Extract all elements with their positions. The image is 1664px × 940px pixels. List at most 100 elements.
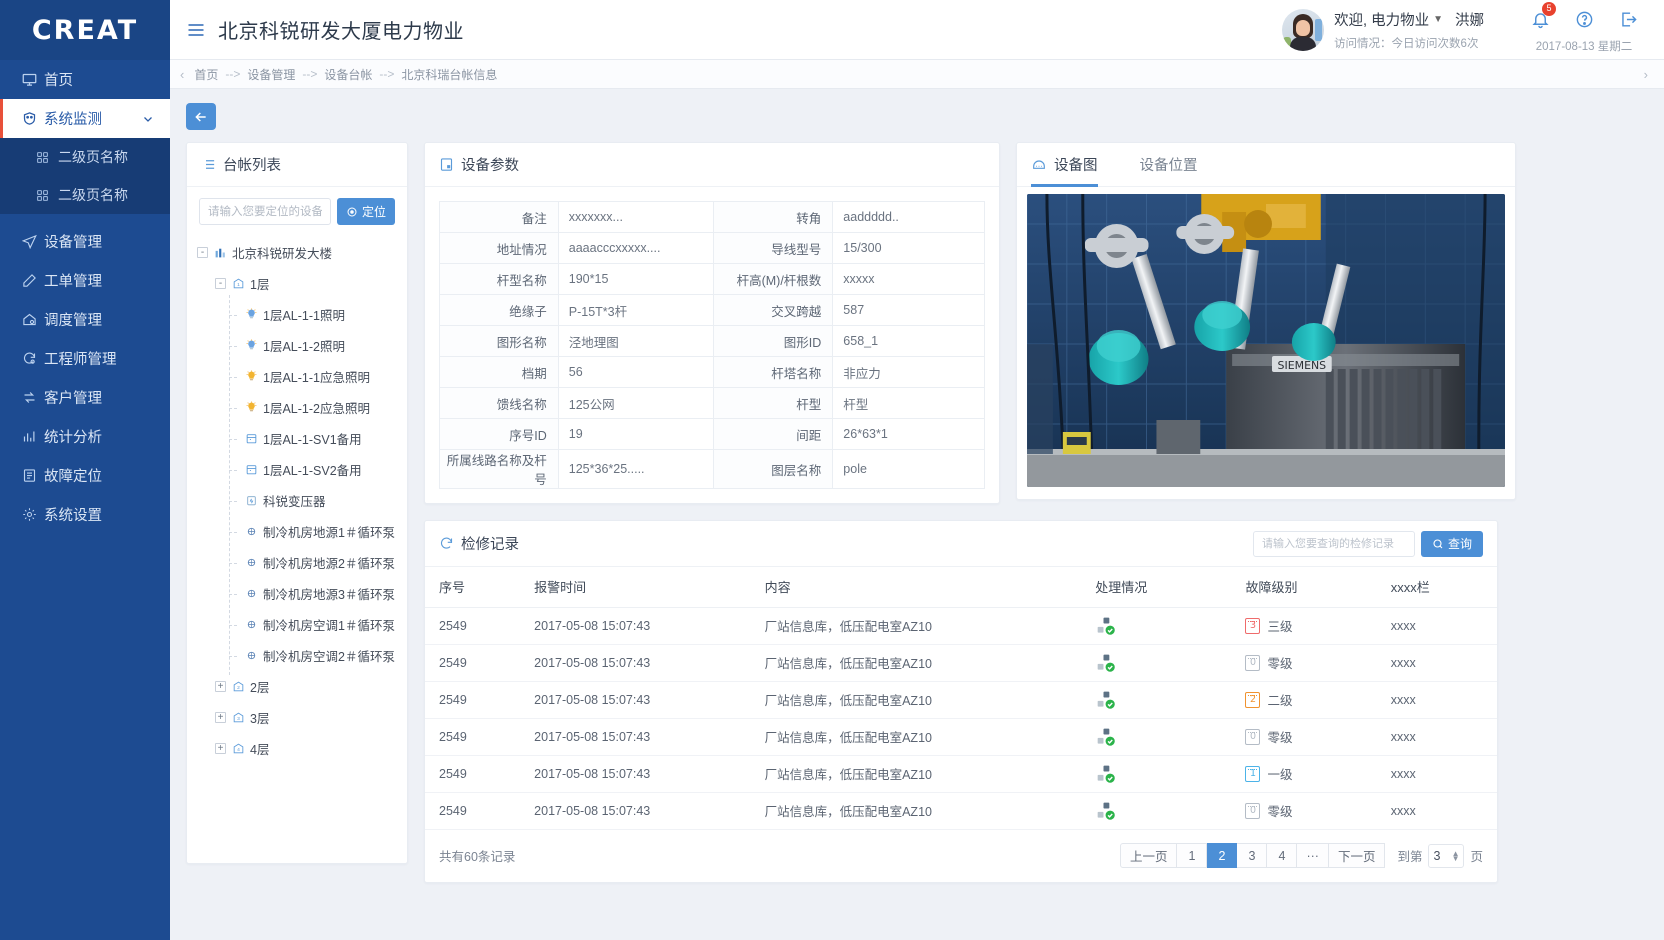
tree-node[interactable]: + 3 3层: [197, 702, 407, 733]
tab-label: 设备位置: [1140, 154, 1198, 175]
param-key: 间距: [713, 419, 833, 450]
back-button[interactable]: [186, 103, 216, 130]
chevron-down-icon[interactable]: ▼: [1433, 14, 1443, 25]
user-info-block: 欢迎, 电力物业 ▼ 洪娜 访问情况：今日访问次数6次: [1334, 9, 1484, 51]
pagination-page-3[interactable]: 3: [1237, 843, 1267, 868]
pagination-prev[interactable]: 上一页: [1120, 843, 1178, 868]
logout-icon[interactable]: [1614, 6, 1642, 34]
device-image-tabs: 设备图 设备位置: [1017, 143, 1515, 187]
param-value: 19: [558, 419, 713, 450]
cell-content: 厂站信息库，低压配电室AZ10: [751, 755, 1082, 792]
pagination-next[interactable]: 下一页: [1329, 843, 1386, 868]
cell-level: 0 零级: [1231, 644, 1376, 681]
brand-logo[interactable]: CREAT: [0, 0, 170, 60]
tree-search-input[interactable]: [199, 198, 331, 225]
tree-toggle[interactable]: -: [215, 278, 226, 289]
visit-info: 访问情况：今日访问次数6次: [1334, 35, 1484, 51]
cell-content: 厂站信息库，低压配电室AZ10: [751, 644, 1082, 681]
cell-level: 0 零级: [1231, 792, 1376, 829]
param-value: 125*36*25.....: [558, 450, 713, 489]
param-value: 587: [833, 295, 985, 326]
breadcrumb-item-0[interactable]: 首页: [194, 66, 218, 83]
records-title: 检修记录: [439, 533, 519, 554]
breadcrumb-item-2[interactable]: 设备台帐: [324, 66, 372, 83]
breadcrumb-item-3[interactable]: 北京科瑞台帐信息: [401, 66, 497, 83]
param-value: 56: [558, 357, 713, 388]
breadcrumb-sep: -->: [372, 67, 401, 81]
cell-index: 2549: [425, 755, 520, 792]
cell-extra: xxxx: [1377, 681, 1497, 718]
sidebar-item-fault-location[interactable]: 故障定位: [0, 456, 170, 495]
breadcrumb-next-icon[interactable]: ›: [1634, 67, 1664, 82]
records-header: 检修记录 查询: [425, 521, 1497, 567]
pagination-page-2[interactable]: 2: [1207, 843, 1237, 868]
cell-time: 2017-05-08 15:07:43: [520, 681, 750, 718]
tab-device-location[interactable]: 设备位置: [1140, 143, 1198, 186]
breadcrumb-item-1[interactable]: 设备管理: [247, 66, 295, 83]
sidebar-subitem-1[interactable]: 二级页名称: [0, 138, 170, 176]
tab-device-image[interactable]: 设备图: [1031, 143, 1098, 186]
table-row[interactable]: 2549 2017-05-08 15:07:43 厂站信息库，低压配电室AZ10: [425, 607, 1497, 644]
tree-node-label: 北京科锐研发大楼: [232, 243, 332, 262]
sidebar-item-settings[interactable]: 系统设置: [0, 495, 170, 534]
param-key: 转角: [713, 202, 833, 233]
sidebar-item-dispatch[interactable]: 调度管理: [0, 300, 170, 339]
header-icon-group: 5 2017-08-13 星期二: [1518, 6, 1650, 54]
param-value: P-15T*3杆: [558, 295, 713, 326]
tree-toggle[interactable]: +: [215, 681, 226, 692]
org-name[interactable]: 电力物业: [1371, 9, 1429, 30]
locate-button[interactable]: 定位: [337, 198, 395, 225]
pump-icon: [245, 556, 258, 569]
cell-index: 2549: [425, 792, 520, 829]
table-row[interactable]: 2549 2017-05-08 15:07:43 厂站信息库，低压配电室AZ10: [425, 792, 1497, 829]
tab-label: 设备图: [1054, 154, 1098, 175]
fault-level-label: 零级: [1267, 727, 1292, 746]
stepper-arrows-icon[interactable]: ▲▼: [1452, 851, 1460, 861]
device-params-panel: 设备参数 备注 xxxxxxx... 转角 aad: [424, 142, 1000, 504]
pagination-page-1[interactable]: 1: [1177, 843, 1207, 868]
sidebar-item-label: 设备管理: [44, 231, 102, 252]
tree-node[interactable]: - 北京科锐研发大楼: [197, 237, 407, 268]
records-search-input[interactable]: [1253, 531, 1415, 557]
jump-page-stepper[interactable]: 3 ▲▼: [1428, 844, 1464, 868]
tree-toggle[interactable]: +: [215, 743, 226, 754]
param-value: 125公网: [558, 388, 713, 419]
table-row[interactable]: 2549 2017-05-08 15:07:43 厂站信息库，低压配电室AZ10: [425, 681, 1497, 718]
param-value: 15/300: [833, 233, 985, 264]
table-row[interactable]: 2549 2017-05-08 15:07:43 厂站信息库，低压配电室AZ10: [425, 755, 1497, 792]
document-icon: [439, 157, 454, 172]
sidebar-item-device-management[interactable]: 设备管理: [0, 222, 170, 261]
building-chart-icon: [214, 246, 227, 259]
fault-level-icon: 1: [1245, 766, 1260, 782]
tree-toggle[interactable]: +: [215, 712, 226, 723]
sidebar-item-system-monitor[interactable]: 系统监测: [0, 99, 170, 138]
sidebar-item-home[interactable]: 首页: [0, 60, 170, 99]
bell-icon[interactable]: 5: [1526, 6, 1554, 34]
tree-node[interactable]: + 2 2层: [197, 671, 407, 702]
help-icon[interactable]: [1570, 6, 1598, 34]
table-row[interactable]: 2549 2017-05-08 15:07:43 厂站信息库，低压配电室AZ10: [425, 718, 1497, 755]
table-row: 绝缘子 P-15T*3杆 交叉跨越 587: [440, 295, 985, 326]
total-records-text: 共有60条记录: [439, 846, 515, 865]
sidebar-item-statistics[interactable]: 统计分析: [0, 417, 170, 456]
tree-node[interactable]: + 4 4层: [197, 733, 407, 764]
param-key: 杆塔名称: [713, 357, 833, 388]
pagination-page-4[interactable]: 4: [1267, 843, 1297, 868]
tree-toggle[interactable]: -: [197, 247, 208, 258]
sidebar-subitem-2[interactable]: 二级页名称: [0, 176, 170, 214]
lamp-blue-icon: [245, 308, 258, 321]
ledger-list-panel: 台帐列表 定位 -: [186, 142, 408, 864]
tree-node-label: 1层AL-1-1照明: [263, 305, 345, 324]
table-row[interactable]: 2549 2017-05-08 15:07:43 厂站信息库，低压配电室AZ10: [425, 644, 1497, 681]
panel-columns: 台帐列表 定位 -: [186, 142, 1648, 883]
breadcrumb-prev-icon[interactable]: ‹: [170, 67, 194, 82]
floor-4-icon: 4: [232, 742, 245, 755]
avatar[interactable]: [1282, 9, 1324, 51]
sidebar-item-work-order[interactable]: 工单管理: [0, 261, 170, 300]
cell-level: 1 一级: [1231, 755, 1376, 792]
query-button[interactable]: 查询: [1421, 531, 1483, 557]
sidebar-item-engineer[interactable]: 工程师管理: [0, 339, 170, 378]
tree-node[interactable]: 制冷机房空调2＃循环泵: [197, 640, 407, 671]
menu-toggle-icon[interactable]: [186, 20, 206, 40]
sidebar-item-customer[interactable]: 客户管理: [0, 378, 170, 417]
